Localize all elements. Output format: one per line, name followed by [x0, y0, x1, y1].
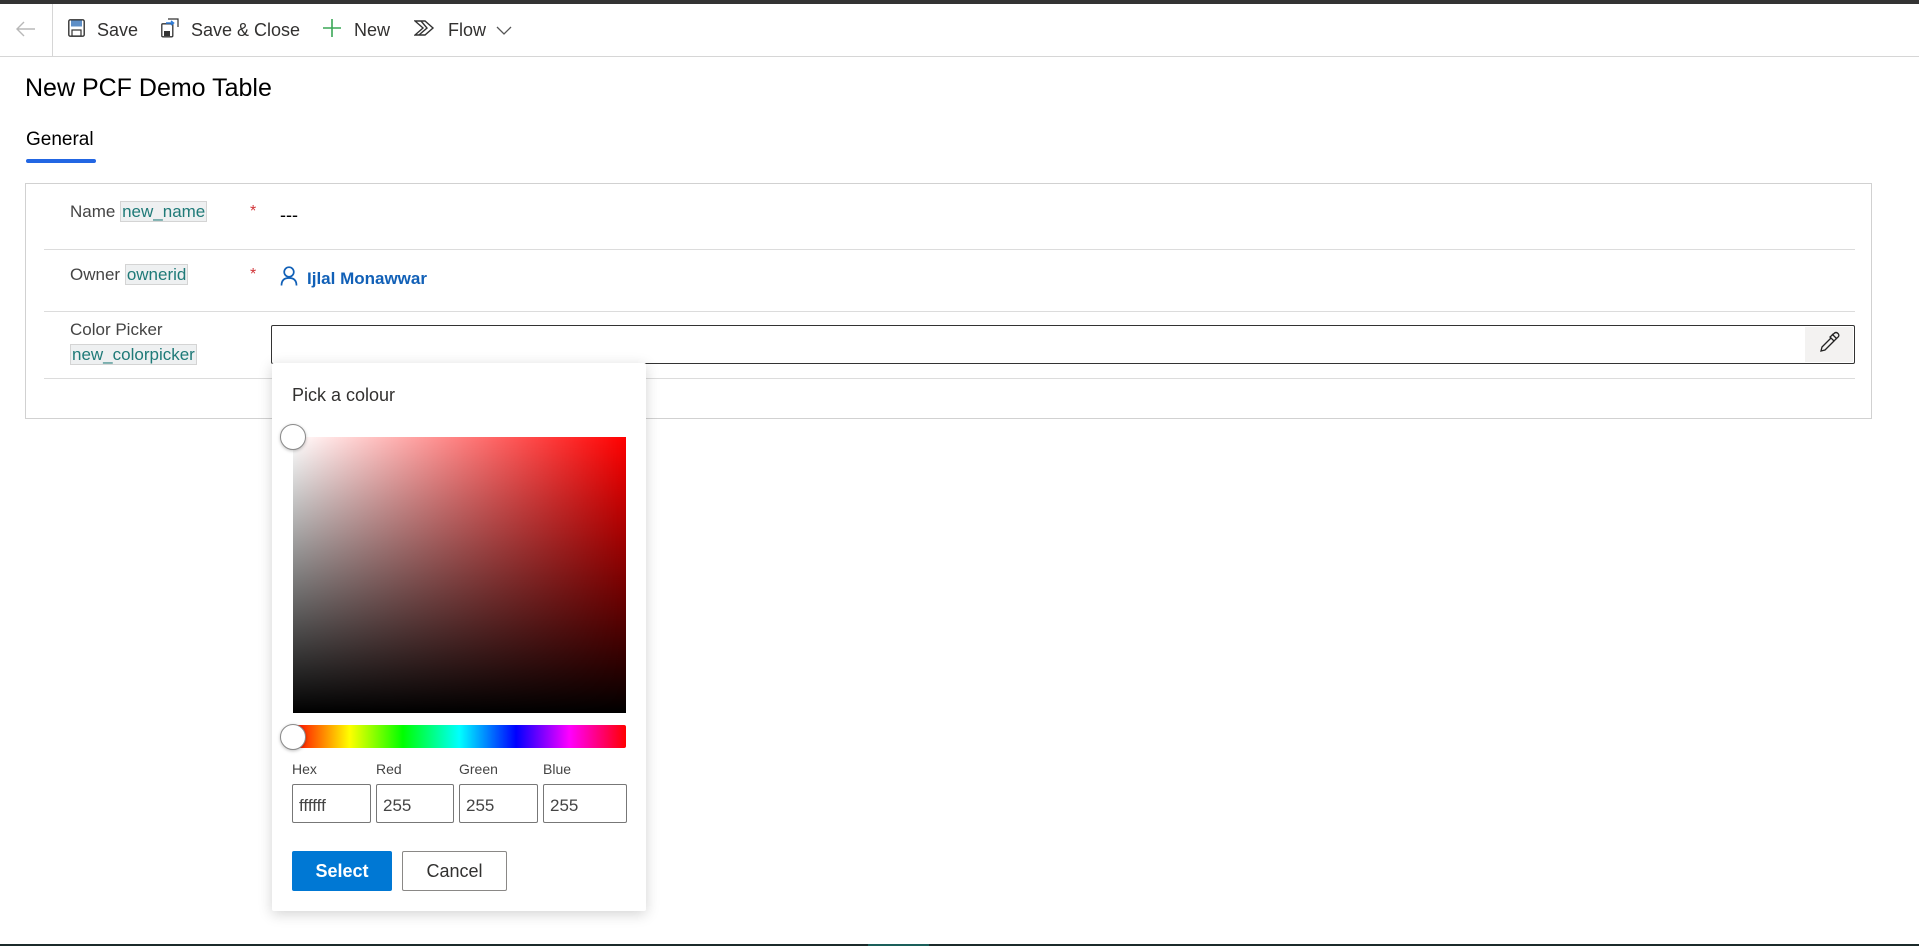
command-bar: Save Save & Close New Flow [0, 4, 1919, 57]
save-and-close-icon [161, 17, 191, 43]
save-and-close-label: Save & Close [191, 19, 301, 40]
floppy-disk-icon [68, 18, 97, 42]
save-label: Save [97, 19, 139, 40]
hex-input[interactable] [292, 784, 371, 823]
eyedropper-button[interactable] [1805, 327, 1853, 362]
flow-dropdown-button[interactable] [496, 4, 524, 56]
red-label: Red [376, 761, 402, 777]
cancel-button[interactable]: Cancel [402, 851, 507, 891]
back-button[interactable] [0, 4, 53, 56]
green-label: Green [459, 761, 498, 777]
row-divider [44, 311, 1855, 312]
save-button[interactable]: Save [68, 4, 138, 56]
tab-general[interactable]: General [26, 129, 94, 151]
green-input[interactable] [459, 784, 538, 823]
active-tab-indicator [26, 159, 96, 163]
red-input[interactable] [376, 784, 454, 823]
field-label-color-picker: Color Picker new_colorpicker [70, 320, 197, 365]
flow-button[interactable]: Flow [413, 4, 487, 56]
save-and-close-button[interactable]: Save & Close [161, 4, 300, 56]
blue-input[interactable] [543, 784, 627, 823]
new-button[interactable]: New [322, 4, 390, 56]
field-label-owner: Owner ownerid [70, 264, 189, 285]
chevron-down-icon [496, 20, 524, 41]
owner-name: Ijlal Monawwar [307, 268, 427, 288]
required-indicator: * [250, 266, 257, 283]
plus-icon [322, 18, 354, 43]
select-button[interactable]: Select [292, 851, 392, 891]
person-icon [280, 266, 307, 291]
name-field[interactable]: --- [280, 205, 298, 226]
schema-name-badge: new_colorpicker [70, 344, 197, 365]
row-divider [44, 249, 1855, 250]
hue-slider-thumb[interactable] [280, 723, 306, 750]
eyedropper-icon [1818, 331, 1840, 358]
new-label: New [354, 19, 391, 40]
power-automate-flow-icon [413, 19, 448, 42]
color-picker-input[interactable] [271, 325, 1855, 364]
flow-label: Flow [448, 19, 487, 40]
page-title: New PCF Demo Table [25, 74, 272, 102]
color-area-thumb[interactable] [280, 424, 306, 450]
blue-label: Blue [543, 761, 572, 777]
field-label-name: Name new_name [70, 201, 208, 222]
hue-slider[interactable] [293, 725, 626, 748]
schema-name-badge: new_name [120, 201, 208, 222]
required-indicator: * [250, 203, 257, 220]
owner-lookup-link[interactable]: Ijlal Monawwar [280, 266, 427, 291]
color-picker-callout: Pick a colour Hex Red Green Blue Select … [272, 363, 646, 911]
saturation-brightness-area[interactable] [293, 437, 626, 713]
hex-label: Hex [292, 761, 317, 777]
schema-name-badge: ownerid [124, 264, 189, 285]
arrow-left-icon [16, 17, 36, 43]
color-picker-title: Pick a colour [292, 385, 396, 405]
